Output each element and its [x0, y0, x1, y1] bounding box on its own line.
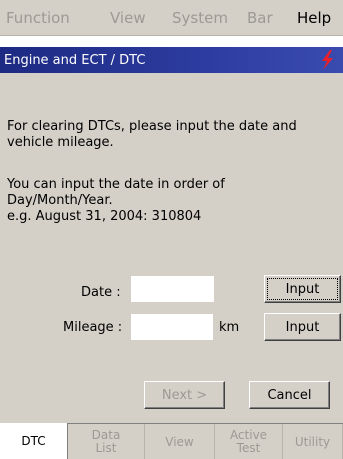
menu-bar-item[interactable]: Bar: [247, 0, 273, 35]
menu-help[interactable]: Help: [297, 0, 331, 35]
bottom-tab-bar: DTC Data List View Active Test Utility: [0, 423, 343, 459]
lightning-bolt-icon: [322, 50, 333, 70]
date-label: Date :: [81, 285, 121, 300]
dtc-clear-panel: For clearing DTCs, please input the date…: [0, 73, 343, 423]
window-title: Engine and ECT / DTC: [4, 52, 146, 68]
tab-utility[interactable]: Utility: [283, 424, 343, 459]
window-title-bar: Engine and ECT / DTC: [0, 47, 343, 73]
menu-function[interactable]: Function: [6, 0, 70, 35]
menu-system[interactable]: System: [172, 0, 228, 35]
cancel-button[interactable]: Cancel: [249, 381, 330, 409]
next-button[interactable]: Next >: [144, 381, 225, 409]
input-mileage-button[interactable]: Input: [264, 313, 341, 341]
mileage-unit: km: [219, 320, 240, 335]
date-format-hint: You can input the date in order of Day/M…: [7, 177, 225, 224]
instruction-text: For clearing DTCs, please input the date…: [7, 119, 297, 150]
input-date-button[interactable]: Input: [264, 275, 341, 303]
mileage-field[interactable]: [130, 313, 214, 341]
menu-view[interactable]: View: [110, 0, 146, 35]
date-field[interactable]: [130, 275, 215, 303]
tab-view[interactable]: View: [145, 424, 215, 459]
menu-bar: Function View System Bar Help: [0, 0, 343, 36]
tab-data-list[interactable]: Data List: [68, 424, 145, 459]
tab-active-test[interactable]: Active Test: [215, 424, 283, 459]
mileage-label: Mileage :: [63, 320, 123, 335]
tab-dtc[interactable]: DTC: [0, 423, 68, 459]
